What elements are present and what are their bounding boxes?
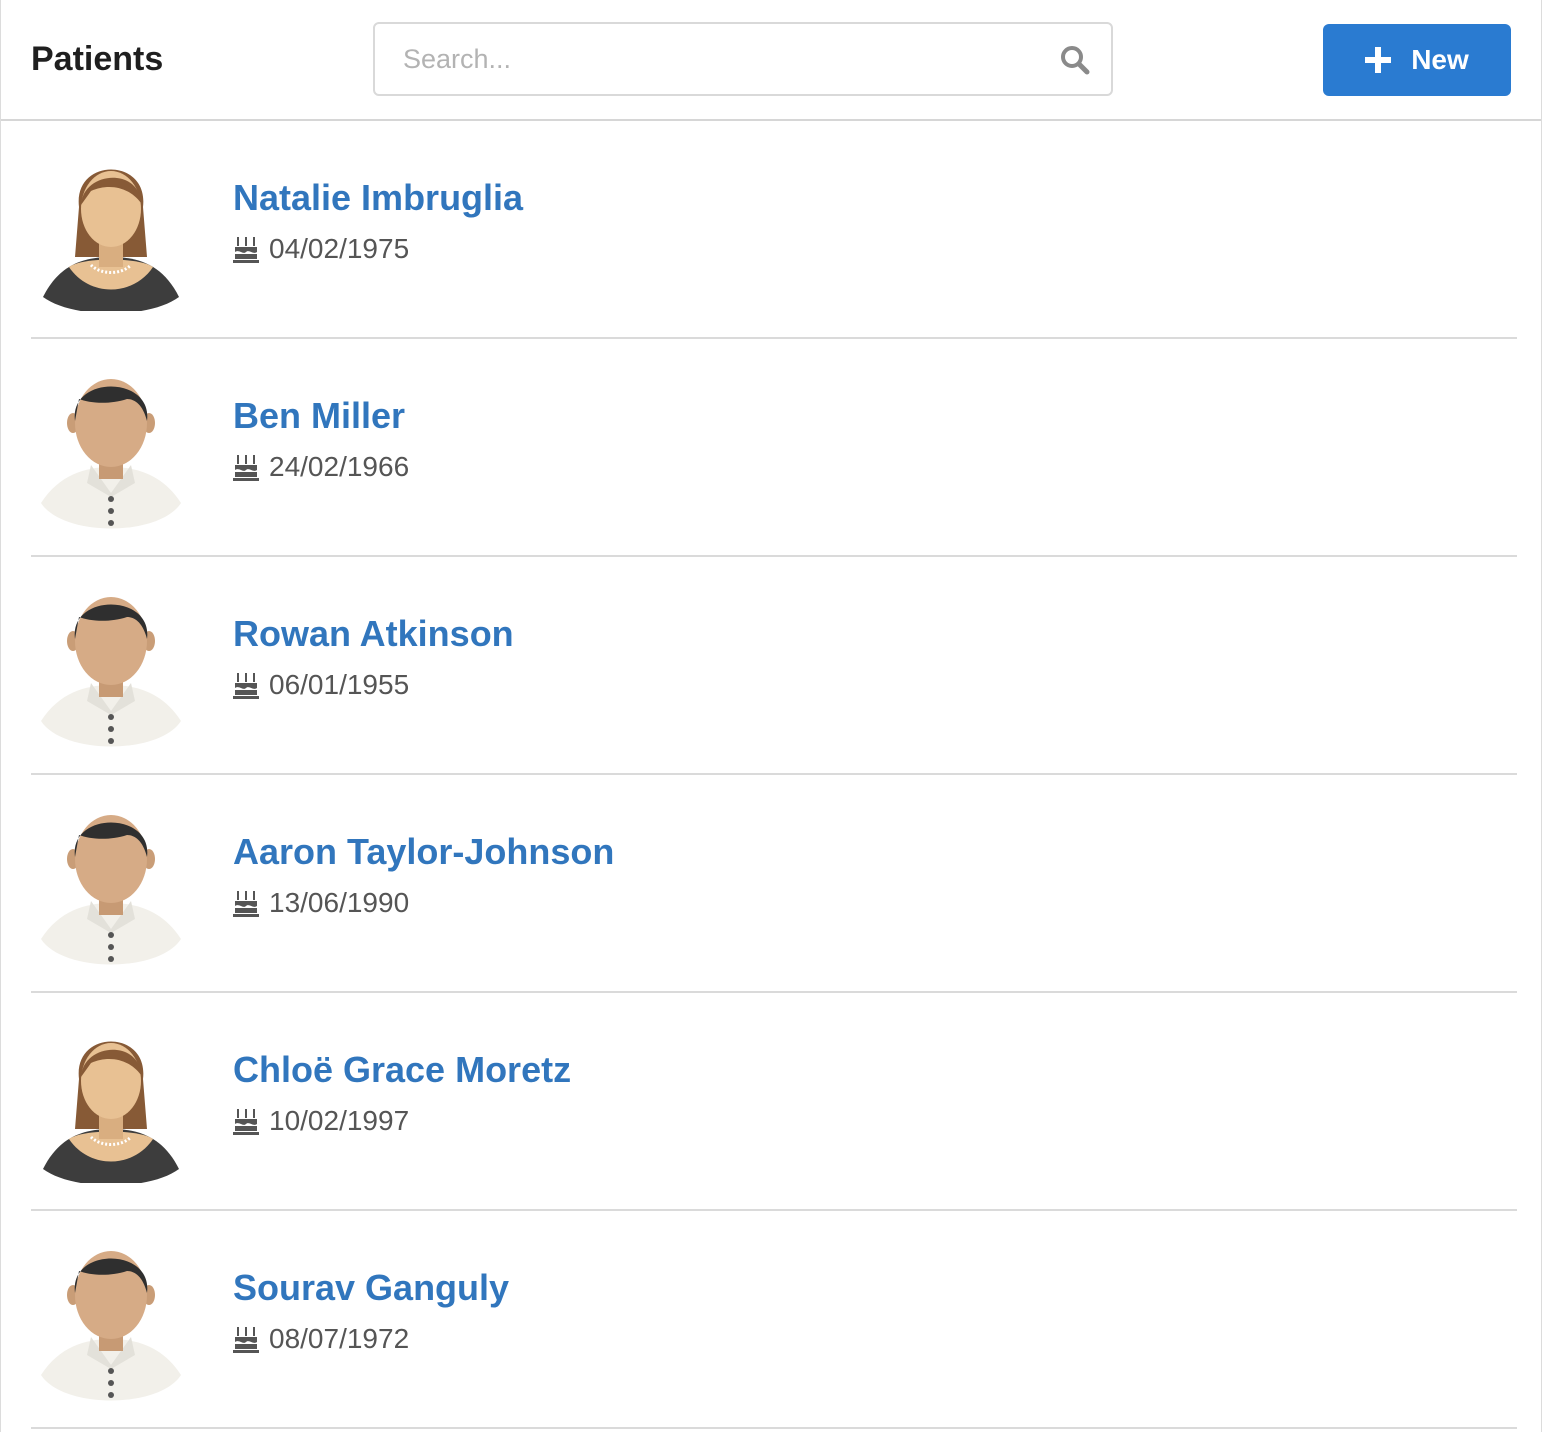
patient-row[interactable]: Aaron Taylor-Johnson 13/06/1990	[31, 775, 1517, 993]
search-icon[interactable]	[1059, 44, 1091, 76]
patient-dob: 06/01/1955	[233, 669, 409, 701]
patient-row[interactable]: Rowan Atkinson 06/01/1955	[31, 557, 1517, 775]
patient-name-link[interactable]: Chloë Grace Moretz	[233, 1049, 571, 1091]
patient-row[interactable]: Chloë Grace Moretz 10/02/1997	[31, 993, 1517, 1211]
patient-row[interactable]: Natalie Imbruglia 04/02/1975	[31, 121, 1517, 339]
patient-name-link[interactable]: Sourav Ganguly	[233, 1267, 509, 1309]
patient-dob: 13/06/1990	[233, 887, 409, 919]
patient-dob: 08/07/1972	[233, 1323, 409, 1355]
birthday-cake-icon	[233, 1327, 259, 1353]
patient-name-link[interactable]: Aaron Taylor-Johnson	[233, 831, 614, 873]
patient-dob: 24/02/1966	[233, 451, 409, 483]
patient-name-link[interactable]: Ben Miller	[233, 395, 405, 437]
female-avatar-icon	[39, 147, 183, 314]
patient-name-link[interactable]: Rowan Atkinson	[233, 613, 514, 655]
birthday-cake-icon	[233, 237, 259, 263]
birthday-cake-icon	[233, 1109, 259, 1135]
patient-name-link[interactable]: Natalie Imbruglia	[233, 177, 523, 219]
dob-text: 04/02/1975	[269, 233, 410, 264]
search-input[interactable]	[375, 24, 1015, 94]
patient-dob: 04/02/1975	[233, 233, 409, 265]
new-patient-button[interactable]: New	[1323, 24, 1511, 96]
dob-text: 08/07/1972	[269, 1323, 410, 1354]
header-bar: Patients New	[1, 0, 1541, 121]
birthday-cake-icon	[233, 673, 259, 699]
patients-panel: Patients New Natalie Imbruglia 04/02/1975	[0, 0, 1542, 1432]
dob-text: 13/06/1990	[269, 887, 410, 918]
patient-dob: 10/02/1997	[233, 1105, 409, 1137]
female-avatar-icon	[39, 1019, 183, 1186]
patient-row[interactable]: Ben Miller 24/02/1966	[31, 339, 1517, 557]
new-button-label: New	[1411, 44, 1469, 75]
patient-row[interactable]: Sourav Ganguly 08/07/1972	[31, 1211, 1517, 1429]
dob-text: 10/02/1997	[269, 1105, 410, 1136]
patient-list: Natalie Imbruglia 04/02/1975 Ben Miller 24…	[1, 121, 1541, 1429]
birthday-cake-icon	[233, 455, 259, 481]
dob-text: 24/02/1966	[269, 451, 410, 482]
page-title: Patients	[31, 40, 164, 78]
plus-icon	[1365, 47, 1392, 73]
male-avatar-icon	[39, 1237, 183, 1401]
birthday-cake-icon	[233, 891, 259, 917]
search-box[interactable]	[373, 22, 1113, 96]
male-avatar-icon	[39, 583, 183, 747]
dob-text: 06/01/1955	[269, 669, 410, 700]
male-avatar-icon	[39, 365, 183, 529]
male-avatar-icon	[39, 801, 183, 965]
